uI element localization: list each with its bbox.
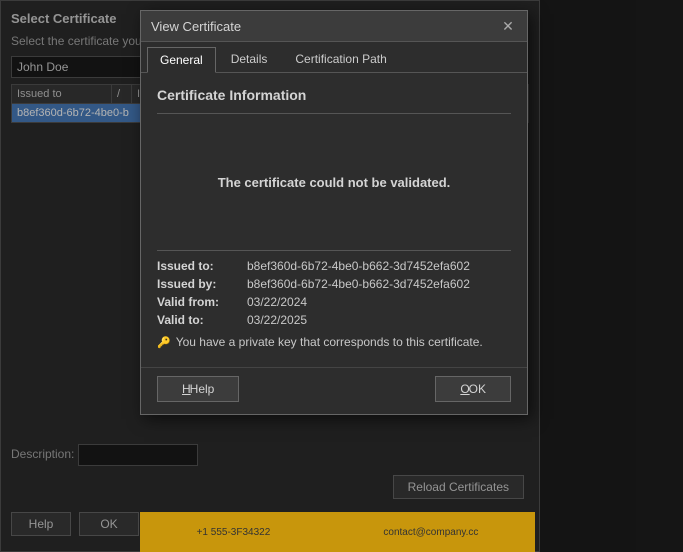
modal-title: View Certificate <box>151 19 241 34</box>
tab-general[interactable]: General <box>147 47 216 73</box>
banner-phone: +1 555-3F34322 <box>197 527 271 538</box>
modal-ok-button[interactable]: OOK <box>435 376 511 402</box>
cert-details: Issued to: b8ef360d-6b72-4be0-b662-3d745… <box>157 259 511 327</box>
issued-to-row: Issued to: b8ef360d-6b72-4be0-b662-3d745… <box>157 259 511 273</box>
valid-from-value: 03/22/2024 <box>247 295 307 309</box>
issued-to-value: b8ef360d-6b72-4be0-b662-3d7452efa602 <box>247 259 470 273</box>
valid-to-row: Valid to: 03/22/2025 <box>157 313 511 327</box>
issued-by-row: Issued by: b8ef360d-6b72-4be0-b662-3d745… <box>157 277 511 291</box>
issued-by-label: Issued by: <box>157 277 247 291</box>
cert-info-title: Certificate Information <box>157 87 511 103</box>
modal-body: Certificate Information The certificate … <box>141 73 527 363</box>
private-key-note: 🔑 You have a private key that correspond… <box>157 335 511 349</box>
issued-to-label: Issued to: <box>157 259 247 273</box>
divider-bottom <box>157 250 511 251</box>
bottom-banner: +1 555-3F34322 contact@company.cc <box>140 512 535 552</box>
modal-help-button[interactable]: HHelp <box>157 376 239 402</box>
cert-warning-text: The certificate could not be validated. <box>218 175 451 190</box>
valid-to-label: Valid to: <box>157 313 247 327</box>
view-certificate-dialog: View Certificate ✕ General Details Certi… <box>140 10 528 415</box>
valid-from-label: Valid from: <box>157 295 247 309</box>
issued-by-value: b8ef360d-6b72-4be0-b662-3d7452efa602 <box>247 277 470 291</box>
divider-top <box>157 113 511 114</box>
cert-warning-area: The certificate could not be validated. <box>157 122 511 242</box>
modal-footer: HHelp OOK <box>141 367 527 414</box>
valid-from-row: Valid from: 03/22/2024 <box>157 295 511 309</box>
tab-certification-path[interactable]: Certification Path <box>282 46 399 72</box>
key-icon: 🔑 <box>157 336 171 349</box>
modal-tabs: General Details Certification Path <box>141 42 527 73</box>
modal-titlebar: View Certificate ✕ <box>141 11 527 42</box>
tab-details[interactable]: Details <box>218 46 281 72</box>
banner-email: contact@company.cc <box>383 527 478 538</box>
private-key-text: You have a private key that corresponds … <box>176 335 483 349</box>
modal-close-button[interactable]: ✕ <box>499 17 517 35</box>
valid-to-value: 03/22/2025 <box>247 313 307 327</box>
